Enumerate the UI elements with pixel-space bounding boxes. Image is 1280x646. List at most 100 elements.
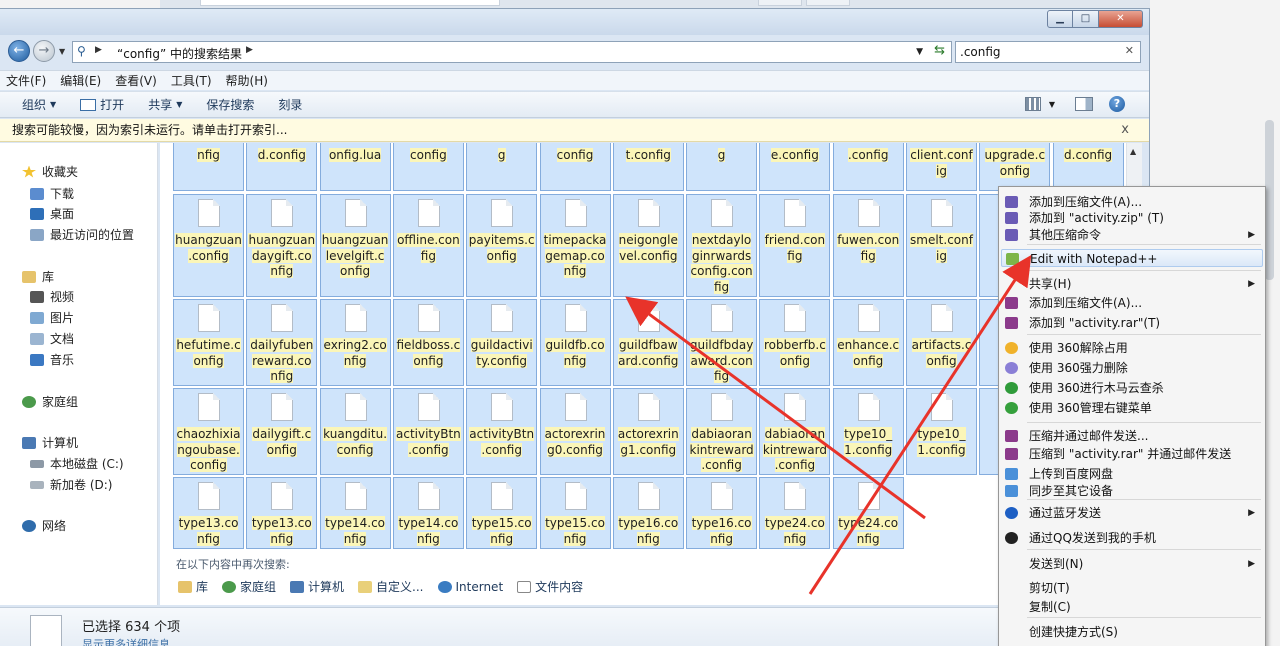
file-tile[interactable]: enhance.c onfig (832, 299, 904, 386)
chevron-down-icon[interactable]: ▼ (916, 47, 923, 57)
file-tile[interactable]: type15.co nfig (539, 477, 611, 549)
context-menu-item[interactable]: 压缩并通过邮件发送... (999, 427, 1265, 445)
file-tile[interactable]: guildfbday award.con fig (686, 299, 758, 386)
search-box[interactable]: ✕ (955, 41, 1141, 63)
context-menu-item[interactable]: 剪切(T) (999, 579, 1265, 597)
file-tile[interactable]: type13.co nfig (246, 477, 318, 549)
file-tile[interactable]: huangzuan .config (173, 194, 244, 297)
file-tile[interactable]: type24.co nfig (832, 477, 904, 549)
context-menu-item[interactable]: 通过蓝牙发送 ▶ (999, 504, 1265, 522)
file-tile[interactable]: actorexrin g0.config (539, 388, 611, 475)
file-tile[interactable]: kuangditu. config (319, 388, 391, 475)
search-input[interactable] (956, 42, 1106, 62)
file-tile[interactable]: config (539, 143, 611, 191)
file-tile[interactable]: type10_ 1.config (832, 388, 904, 475)
file-tile[interactable]: neigongle vel.config (612, 194, 684, 297)
file-tile[interactable]: onfig.lua (319, 143, 391, 191)
file-tile[interactable]: d.config (246, 143, 318, 191)
breadcrumb[interactable]: “config” 中的搜索结果 (117, 45, 242, 62)
file-tile[interactable]: type14.co nfig (392, 477, 464, 549)
burn-button[interactable]: 刻录 (278, 96, 302, 113)
context-menu-item[interactable]: 使用 360解除占用 (999, 339, 1265, 357)
nav-music[interactable]: 音乐 (30, 351, 74, 368)
file-tile[interactable]: hefutime.c onfig (173, 299, 244, 386)
nav-downloads[interactable]: 下载 (30, 185, 74, 202)
share-button[interactable]: 共享 ▼ (148, 96, 182, 113)
menu-view[interactable]: 查看(V) (115, 72, 157, 89)
file-tile[interactable]: dabiaoran kintreward .config (759, 388, 831, 475)
search-in-libraries[interactable]: 库 (178, 578, 208, 595)
file-tile[interactable]: type16.co nfig (612, 477, 684, 549)
context-menu-item[interactable]: 使用 360管理右键菜单 (999, 399, 1265, 417)
minimize-button[interactable]: ▁ (1047, 10, 1073, 28)
chevron-right-icon[interactable]: ▶ (246, 45, 253, 55)
index-info-bar[interactable]: 搜索可能较慢，因为索引未运行。请单击打开索引... x (0, 119, 1149, 142)
maximize-button[interactable]: □ (1073, 10, 1099, 28)
nav-computer[interactable]: 计算机 (22, 434, 78, 451)
show-more-details-link[interactable]: 显示更多详细信息... (82, 636, 181, 646)
address-bar[interactable]: ⚲ ▶ “config” 中的搜索结果 ▶ ▼ ⇆ (72, 41, 952, 63)
file-tile[interactable]: d.config (1052, 143, 1124, 191)
file-tile[interactable]: .config (832, 143, 904, 191)
file-tile[interactable]: artifacts.c onfig (906, 299, 977, 386)
file-tile[interactable]: huangzuan daygift.co nfig (246, 194, 318, 297)
search-in-internet[interactable]: Internet (437, 578, 503, 595)
nav-recent[interactable]: 最近访问的位置 (30, 226, 134, 243)
file-tile[interactable]: type15.co nfig (466, 477, 538, 549)
context-menu-item[interactable]: 同步至其它设备 (999, 482, 1265, 500)
file-tile[interactable]: activityBtn .config (466, 388, 538, 475)
close-button[interactable]: ✕ (1099, 10, 1143, 28)
file-tile[interactable]: activityBtn .config (392, 388, 464, 475)
file-tile[interactable]: guildfb.co nfig (539, 299, 611, 386)
preview-pane-icon[interactable] (1075, 97, 1093, 111)
search-in-custom[interactable]: 自定义... (358, 578, 424, 595)
chevron-right-icon[interactable]: ▶ (95, 45, 102, 55)
file-tile[interactable]: timepacka gemap.co nfig (539, 194, 611, 297)
context-menu-item[interactable]: 创建快捷方式(S) (999, 623, 1265, 641)
menu-edit[interactable]: 编辑(E) (60, 72, 101, 89)
open-button[interactable]: 打开 (80, 96, 124, 113)
context-menu-item[interactable]: 使用 360进行木马云查杀 (999, 379, 1265, 397)
file-tile[interactable]: smelt.conf ig (906, 194, 977, 297)
file-tile[interactable]: type16.co nfig (686, 477, 758, 549)
help-icon[interactable]: ? (1109, 96, 1125, 112)
context-menu-item[interactable]: 通过QQ发送到我的手机 (999, 529, 1265, 547)
file-tile[interactable]: guildactivi ty.config (466, 299, 538, 386)
scroll-up-icon[interactable]: ▲ (1130, 147, 1136, 156)
file-tile[interactable]: nextdaylo ginrwards config.con fig (686, 194, 758, 297)
file-tile[interactable]: type13.co nfig (173, 477, 244, 549)
save-search-button[interactable]: 保存搜索 (206, 96, 254, 113)
file-tile[interactable]: robberfb.c onfig (759, 299, 831, 386)
nav-desktop[interactable]: 桌面 (30, 205, 74, 222)
context-menu-item[interactable]: 添加到 "activity.rar"(T) (999, 314, 1265, 332)
file-tile[interactable]: upgrade.c onfig (979, 143, 1051, 191)
file-tile[interactable]: dailyfuben reward.co nfig (246, 299, 318, 386)
menu-file[interactable]: 文件(F) (6, 72, 46, 89)
forward-button[interactable]: → (33, 40, 55, 62)
nav-documents[interactable]: 文档 (30, 330, 74, 347)
nav-libraries[interactable]: 库 (22, 268, 54, 285)
file-tile[interactable]: offline.con fig (392, 194, 464, 297)
clear-search-icon[interactable]: ✕ (1125, 44, 1134, 57)
chevron-down-icon[interactable]: ▼ (1049, 100, 1055, 109)
context-menu-item[interactable]: 共享(H) ▶ (999, 275, 1265, 293)
file-tile[interactable]: g (466, 143, 538, 191)
nav-videos[interactable]: 视频 (30, 288, 74, 305)
nav-favorites[interactable]: 收藏夹 (22, 163, 78, 180)
file-tile[interactable]: payitems.c onfig (466, 194, 538, 297)
file-tile[interactable]: nfig (173, 143, 244, 191)
context-menu-item[interactable]: Edit with Notepad++ (1001, 249, 1263, 267)
file-tile[interactable]: fieldboss.c onfig (392, 299, 464, 386)
file-tile[interactable]: dabiaoran kintreward .config (686, 388, 758, 475)
file-tile[interactable]: type14.co nfig (319, 477, 391, 549)
file-tile[interactable]: e.config (759, 143, 831, 191)
nav-homegroup[interactable]: 家庭组 (22, 393, 78, 410)
context-menu-item[interactable]: 发送到(N) ▶ (999, 555, 1265, 573)
view-options-icon[interactable] (1024, 97, 1041, 111)
context-menu-item[interactable]: 压缩到 "activity.rar" 并通过邮件发送 (999, 445, 1265, 463)
file-tile[interactable]: type10_ 1.config (906, 388, 977, 475)
file-tile[interactable]: actorexrin g1.config (612, 388, 684, 475)
file-tile[interactable]: chaozhixia ngoubase. config (173, 388, 244, 475)
file-tile[interactable]: fuwen.con fig (832, 194, 904, 297)
file-tile[interactable]: dailygift.c onfig (246, 388, 318, 475)
